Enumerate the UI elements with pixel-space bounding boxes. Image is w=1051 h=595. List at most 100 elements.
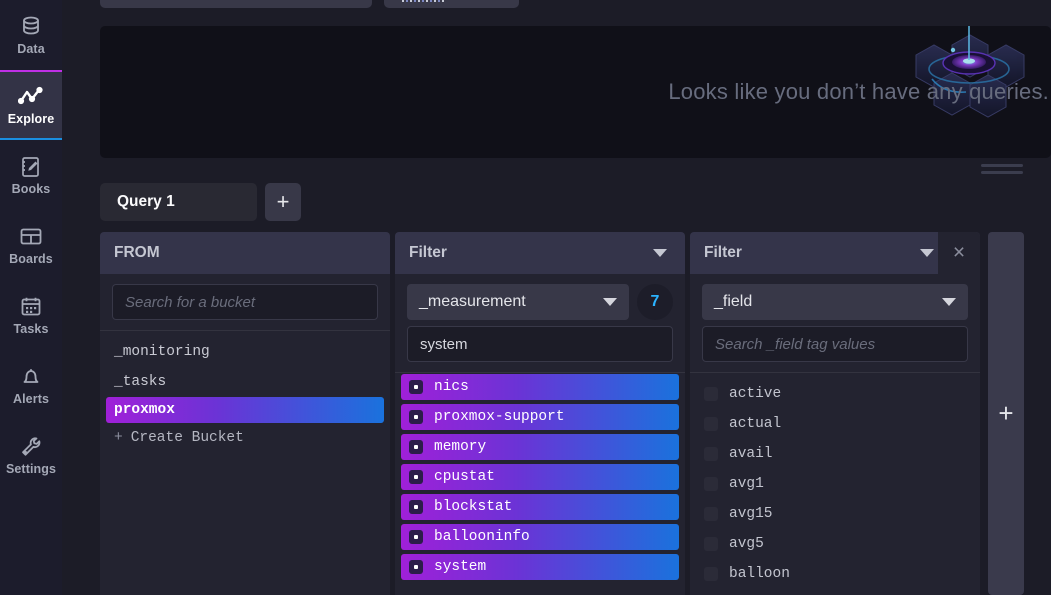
measurement-value-label: proxmox-support (434, 409, 565, 425)
measurement-value-label: blockstat (434, 499, 513, 515)
field-value-label: avg15 (729, 506, 773, 522)
checkbox-checked-icon (409, 440, 423, 454)
field-value-label: balloon (729, 566, 790, 582)
measurement-filter-header[interactable]: Filter (395, 232, 685, 274)
checkbox-checked-icon (409, 530, 423, 544)
list-item[interactable]: balloon (690, 559, 980, 589)
create-bucket-label: Create Bucket (130, 430, 244, 446)
sidebar-item-alerts[interactable]: Alerts (0, 350, 62, 420)
field-tag-search-input[interactable] (702, 326, 968, 362)
database-icon (19, 14, 43, 40)
measurement-tag-search-input[interactable] (407, 326, 673, 362)
checkbox-icon (704, 387, 718, 401)
summary-card[interactable] (100, 0, 372, 8)
list-item[interactable]: _tasks (100, 367, 390, 397)
query-builder: FROM _monitoring _tasks proxmox + Create… (100, 232, 1051, 595)
list-item[interactable]: actual (690, 409, 980, 439)
list-item-selected[interactable]: proxmox-support (401, 404, 679, 430)
filter-header-label: Filter (409, 244, 447, 261)
summary-card[interactable] (384, 0, 519, 8)
sidebar-item-label: Books (11, 182, 51, 197)
list-item[interactable]: active (690, 379, 980, 409)
measurement-filter-body: _measurement 7 nics (395, 274, 685, 595)
create-bucket-button[interactable]: + Create Bucket (100, 423, 390, 453)
from-column-header: FROM (100, 232, 390, 274)
from-column-body: _monitoring _tasks proxmox + Create Buck… (100, 274, 390, 595)
checkbox-icon (704, 477, 718, 491)
field-filter-body: _field active (690, 274, 980, 595)
left-nav: Data Explore Books Boards Tasks Alerts S… (0, 0, 62, 595)
bell-icon (19, 364, 43, 390)
field-value-label: avail (729, 446, 773, 462)
list-item-selected[interactable]: memory (401, 434, 679, 460)
field-value-label: avg1 (729, 476, 764, 492)
list-item-selected[interactable]: blockstat (401, 494, 679, 520)
measurement-value-label: ballooninfo (434, 529, 530, 545)
checkbox-checked-icon (409, 410, 423, 424)
query-tab-bar: Query 1 + (100, 182, 1051, 222)
field-key-label: _field (714, 293, 753, 310)
field-value-list: active actual avail avg1 avg15 avg5 ball… (690, 373, 980, 595)
tab-query-1[interactable]: Query 1 (100, 183, 257, 221)
list-item[interactable]: _monitoring (100, 337, 390, 367)
top-summary-cards (100, 0, 519, 8)
field-filter-column: Filter × _field Search _field tag values… (690, 232, 980, 595)
list-item[interactable]: avg15 (690, 499, 980, 529)
influxdb-data-explorer: Data Explore Books Boards Tasks Alerts S… (0, 0, 1051, 595)
selected-count-badge: 7 (637, 284, 673, 320)
sidebar-item-books[interactable]: Books (0, 140, 62, 210)
measurement-filter-column: Filter _measurement 7 system nics proxmo… (395, 232, 685, 595)
list-item-selected[interactable]: cpustat (401, 464, 679, 490)
sidebar-item-explore[interactable]: Explore (0, 70, 62, 140)
bucket-search-input[interactable] (112, 284, 378, 320)
panel-resize-handle[interactable] (981, 163, 1023, 175)
field-key-select[interactable]: _field (702, 284, 968, 320)
checkbox-icon (704, 447, 718, 461)
chevron-down-icon[interactable] (653, 249, 667, 257)
sidebar-item-label: Data (17, 42, 45, 57)
sidebar-item-tasks[interactable]: Tasks (0, 280, 62, 350)
checkbox-checked-icon (409, 560, 423, 574)
field-value-label: avg5 (729, 536, 764, 552)
list-item[interactable]: avg1 (690, 469, 980, 499)
list-item-selected[interactable]: proxmox (106, 397, 384, 423)
from-column: FROM _monitoring _tasks proxmox + Create… (100, 232, 390, 595)
sidebar-item-data[interactable]: Data (0, 0, 62, 70)
list-item-selected[interactable]: system (401, 554, 679, 580)
list-item-selected[interactable]: ballooninfo (401, 524, 679, 550)
list-item[interactable]: avail (690, 439, 980, 469)
add-filter-column-button[interactable]: + (988, 232, 1024, 595)
handle-line (981, 171, 1023, 174)
checkbox-checked-icon (409, 380, 423, 394)
bucket-list: _monitoring _tasks proxmox + Create Buck… (100, 331, 390, 595)
chevron-down-icon[interactable] (920, 249, 934, 257)
field-filter-header[interactable]: Filter × (690, 232, 980, 274)
sidebar-item-settings[interactable]: Settings (0, 420, 62, 490)
sidebar-item-label: Explore (7, 112, 55, 127)
close-icon[interactable]: × (938, 232, 980, 274)
checkbox-icon (704, 417, 718, 431)
measurement-key-row: _measurement 7 (395, 274, 685, 326)
field-tag-search-wrap (690, 326, 980, 372)
measurement-value-list: nics proxmox-support memory cpustat bloc… (395, 373, 685, 595)
checkbox-icon (704, 567, 718, 581)
sparkline-bars (402, 0, 444, 2)
sidebar-item-label: Alerts (12, 392, 50, 407)
measurement-key-select[interactable]: _measurement (407, 284, 629, 320)
add-query-button[interactable]: + (265, 183, 301, 221)
sidebar-item-label: Tasks (13, 322, 49, 337)
measurement-key-label: _measurement (419, 293, 526, 310)
dashboard-grid-icon (19, 224, 43, 250)
sidebar-item-boards[interactable]: Boards (0, 210, 62, 280)
graph-empty-panel: Looks like you don’t have any queries. (100, 26, 1051, 158)
list-item[interactable]: avg5 (690, 529, 980, 559)
list-item-selected[interactable]: nics (401, 374, 679, 400)
empty-queries-message: Looks like you don’t have any queries. (668, 79, 1049, 104)
filter-header-label: Filter (704, 244, 742, 261)
line-graph-icon (18, 84, 44, 110)
chevron-down-icon (942, 298, 956, 306)
measurement-value-label: nics (434, 379, 469, 395)
main-content: Looks like you don’t have any queries. Q… (62, 0, 1051, 595)
list-item[interactable]: balloon_diff (690, 589, 980, 595)
field-value-label: actual (729, 416, 782, 432)
